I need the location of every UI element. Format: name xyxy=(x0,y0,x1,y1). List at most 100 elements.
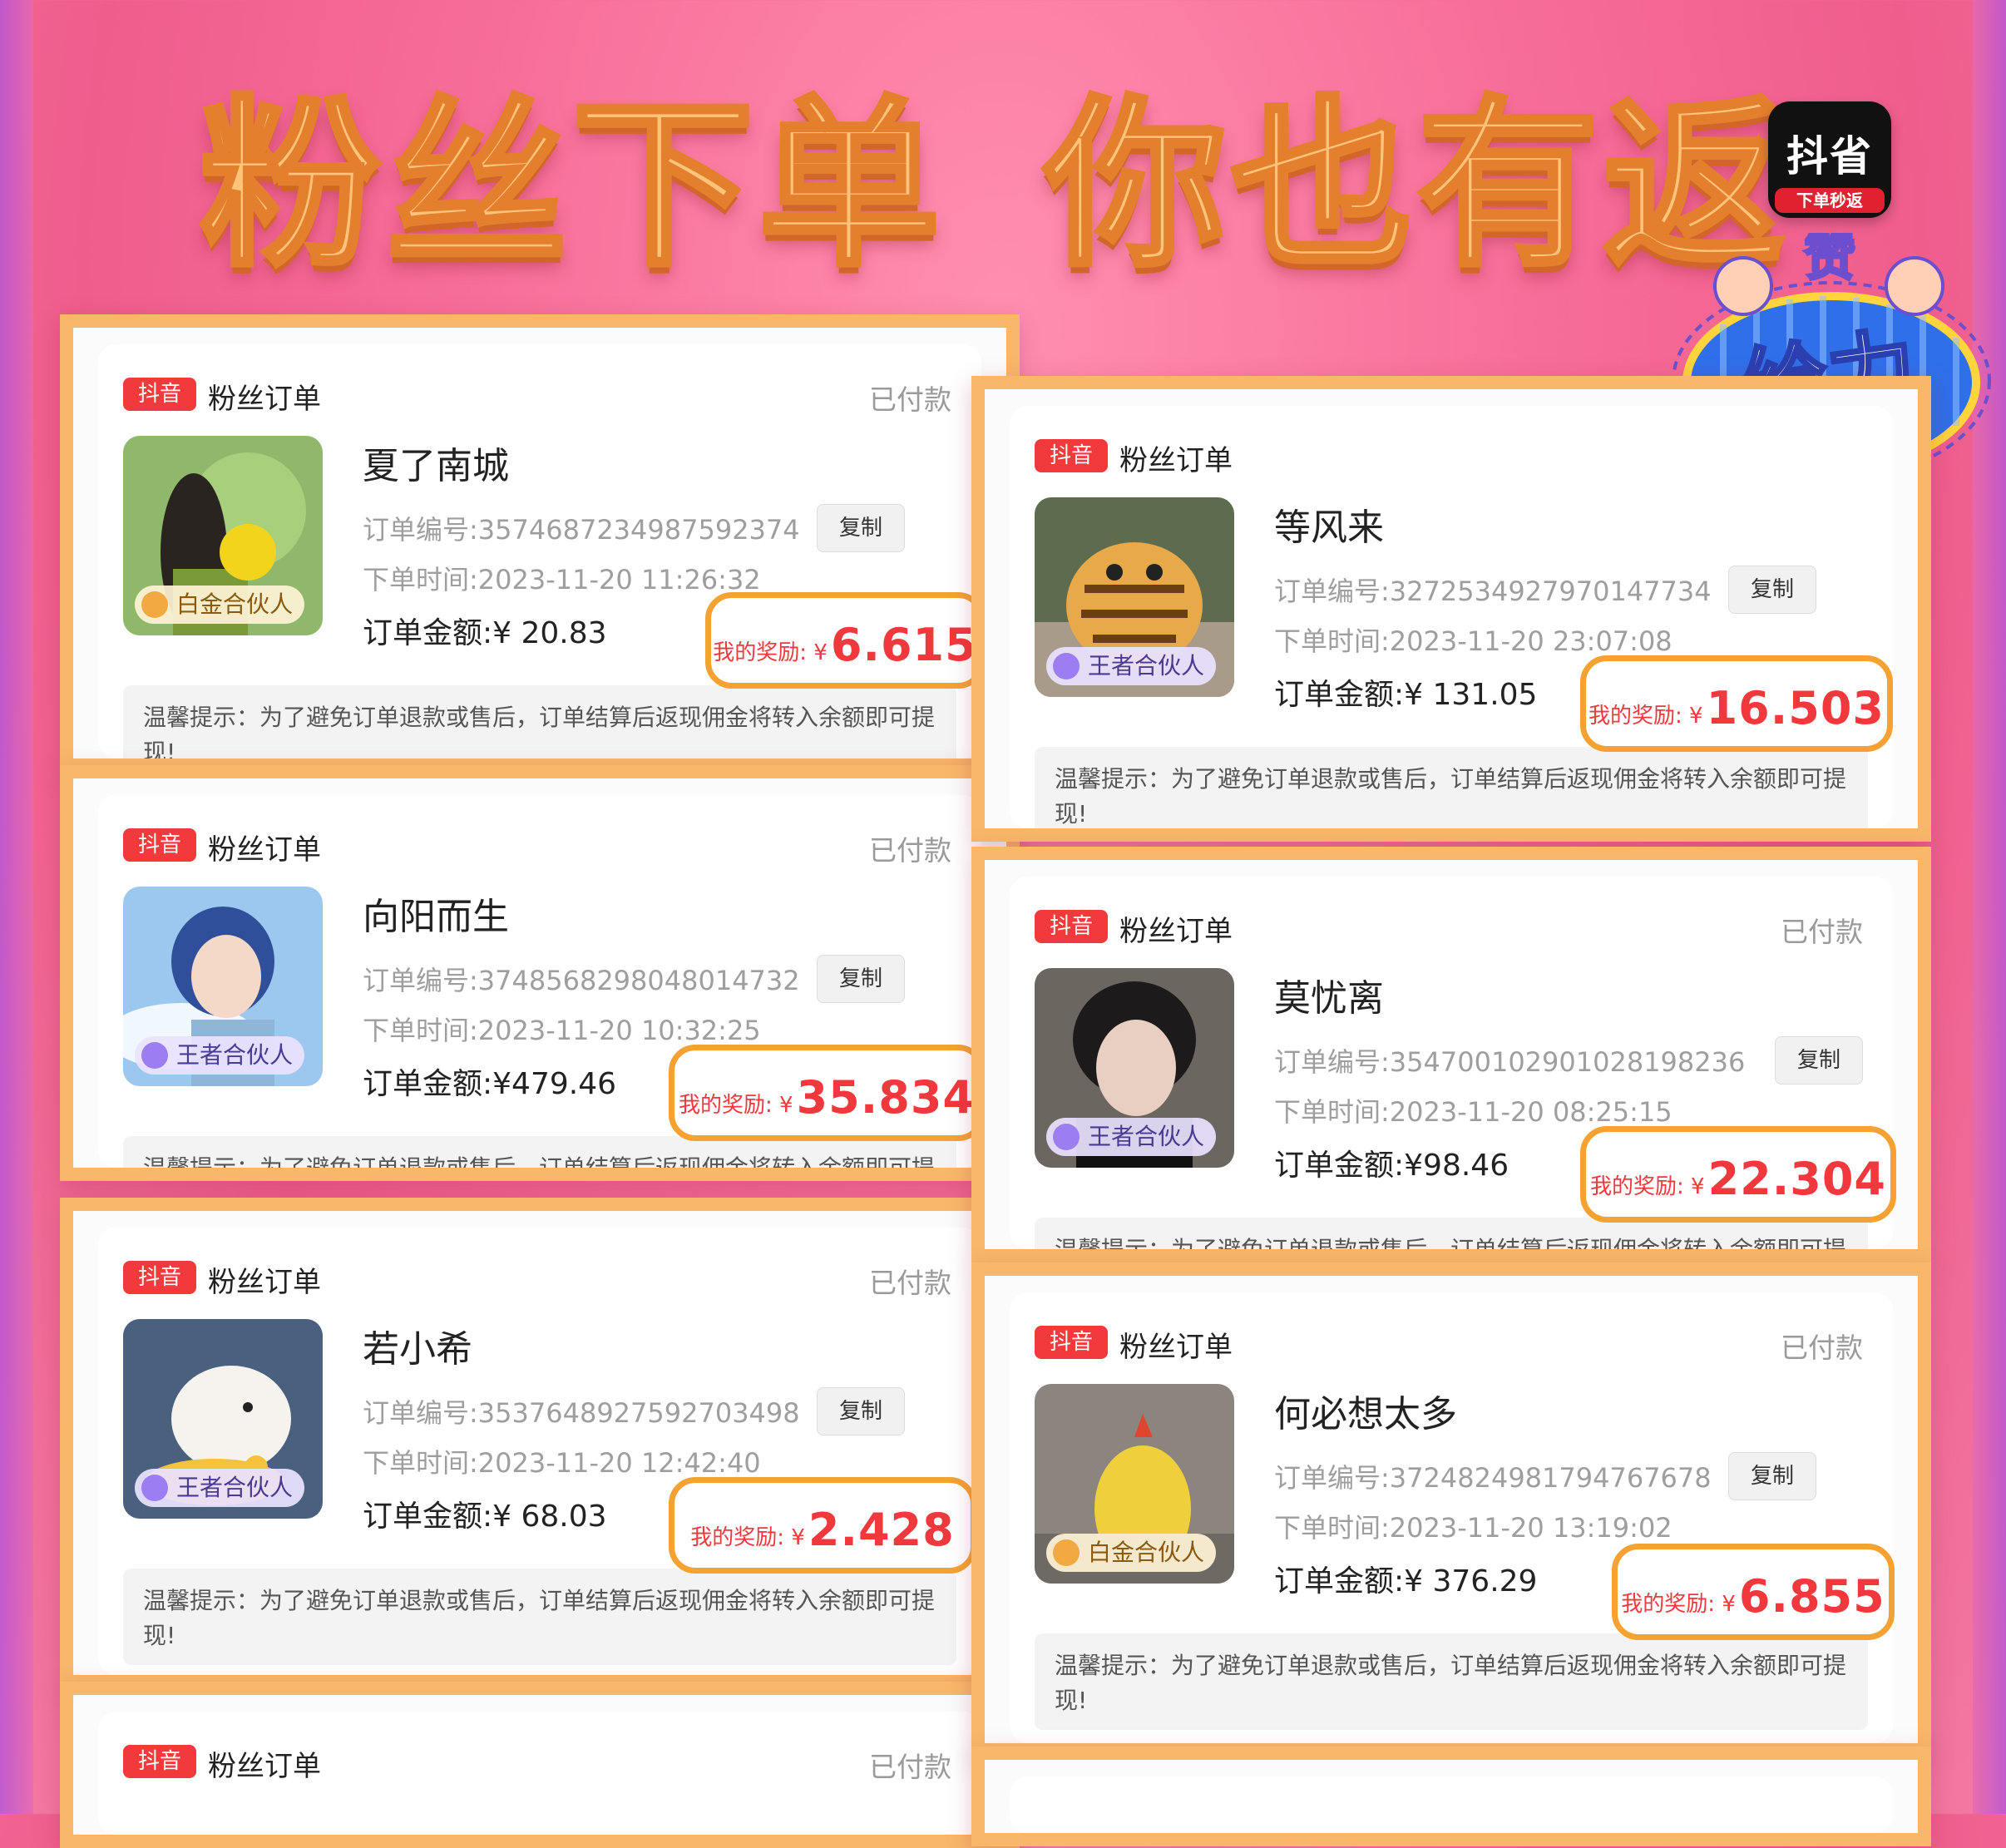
order-time-value: 2023-11-20 11:26:32 xyxy=(477,564,761,595)
tip-text: 温馨提示：为了避免订单退款或售后，订单结算后返现佣金将转入余额即可提现! xyxy=(123,685,956,758)
crown-icon xyxy=(141,1042,168,1069)
copy-button[interactable]: 复制 xyxy=(817,955,905,1003)
copy-button[interactable]: 复制 xyxy=(1728,566,1816,614)
customer-name: 向阳而生 xyxy=(363,896,509,938)
copy-button[interactable]: 复制 xyxy=(817,504,905,552)
app-logo-name: 抖省 xyxy=(1786,132,1873,180)
reward-label: 我的奖励: ¥ xyxy=(1588,704,1703,729)
avatar: 白金合伙人 xyxy=(123,436,323,635)
crown-icon xyxy=(141,1475,168,1501)
order-card-frame xyxy=(971,1747,1931,1846)
order-time-label: 下单时间: xyxy=(1274,625,1390,657)
order-card: 抖音 粉丝订单 已付款 白金合伙人 夏了南城 订单编号:357468723498… xyxy=(98,344,981,758)
order-card-frame: 抖音 粉丝订单 已付款 白金合伙人 何必想太多 订单编号:37248249817… xyxy=(971,1262,1931,1757)
order-number-value: 3748568298048014732 xyxy=(477,965,800,996)
headline-part1: 粉丝下单 xyxy=(197,78,945,294)
left-edge-glow xyxy=(0,0,33,1814)
reward-highlight: 我的奖励: ¥ 2.428 xyxy=(669,1477,976,1574)
order-number-label: 订单编号: xyxy=(363,514,478,546)
app-logo: 抖省 下单秒返 xyxy=(1768,101,1891,218)
order-card-frame: 抖音 粉丝订单 已付款 王者合伙人 若小希 订单编号:3537648927592… xyxy=(60,1198,1020,1688)
crown-icon xyxy=(1053,653,1080,679)
order-amount: 订单金额:¥ 131.05 xyxy=(1274,670,1537,714)
reward-value: 16.503 xyxy=(1706,682,1885,734)
partner-level-text: 王者合伙人 xyxy=(176,1474,294,1501)
order-card-frame: 抖音 粉丝订单 已付款 王者合伙人 向阳而生 订单编号:374856829804… xyxy=(60,765,1020,1181)
order-card: 抖音 粉丝订单 王者合伙人 等风来 订单编号:32725349279701477… xyxy=(1010,406,1893,828)
order-amount: 订单金额:¥ 376.29 xyxy=(1274,1557,1537,1600)
order-status: 已付款 xyxy=(869,1751,951,1783)
order-number-value: 3574687234987592374 xyxy=(477,514,800,546)
order-time: 下单时间:2023-11-20 12:42:40 xyxy=(363,1442,761,1480)
crown-icon xyxy=(1053,1124,1080,1150)
reward-label: 我的奖励: ¥ xyxy=(713,640,828,665)
order-status: 已付款 xyxy=(1781,916,1863,948)
card-title: 粉丝订单 xyxy=(1119,1331,1233,1364)
partner-level-text: 王者合伙人 xyxy=(1088,652,1205,679)
crown-icon xyxy=(141,591,168,618)
partner-level-text: 白金合伙人 xyxy=(1088,1539,1205,1566)
order-amount-label: 订单金额: xyxy=(363,616,493,650)
avatar: 王者合伙人 xyxy=(1035,497,1234,697)
card-title: 粉丝订单 xyxy=(208,383,321,416)
partner-level-badge: 白金合伙人 xyxy=(135,586,305,624)
tip-text: 温馨提示：为了避免订单退款或售后，订单结算后返现佣金将转入余额即可提现! xyxy=(123,1569,956,1665)
reward-label: 我的奖励: ¥ xyxy=(690,1525,805,1550)
order-time: 下单时间:2023-11-20 23:07:08 xyxy=(1274,620,1672,659)
reward-highlight: 我的奖励: ¥ 16.503 xyxy=(1580,655,1893,752)
order-time-value: 2023-11-20 10:32:25 xyxy=(477,1015,761,1046)
promo-headline: 粉丝下单 你也有返 xyxy=(197,73,1790,294)
reward-value: 22.304 xyxy=(1707,1153,1886,1205)
card-title: 粉丝订单 xyxy=(208,833,321,867)
order-amount: 订单金额:¥479.46 xyxy=(363,1060,616,1103)
order-status: 已付款 xyxy=(869,834,951,867)
avatar: 白金合伙人 xyxy=(1035,1384,1234,1584)
order-card: 抖音 粉丝订单 已付款 白金合伙人 何必想太多 订单编号:37248249817… xyxy=(1010,1292,1893,1743)
customer-name: 莫忧离 xyxy=(1274,977,1384,1020)
partner-level-text: 白金合伙人 xyxy=(176,590,294,618)
order-number-label: 订单编号: xyxy=(363,965,478,996)
order-time: 下单时间:2023-11-20 11:26:32 xyxy=(363,559,761,597)
reward-highlight: 我的奖励: ¥ 6.855 xyxy=(1612,1544,1895,1640)
order-amount-label: 订单金额: xyxy=(1274,1564,1405,1598)
order-number-value: 3547001029010281982​36 xyxy=(1389,1046,1746,1078)
order-card: 抖音 粉丝订单 已付款 xyxy=(98,1712,981,1835)
order-number: 订单编号:3547001029010281982​36 xyxy=(1274,1041,1745,1080)
customer-name: 夏了南城 xyxy=(363,445,509,487)
reward-highlight: 我的奖励: ¥ 35.834 xyxy=(669,1045,985,1141)
card-title: 粉丝订单 xyxy=(208,1750,321,1783)
partner-level-badge: 王者合伙人 xyxy=(1046,1118,1217,1156)
order-time-value: 2023-11-20 08:25:15 xyxy=(1389,1096,1672,1128)
avatar: 王者合伙人 xyxy=(1035,968,1234,1168)
order-card-frame: 抖音 粉丝订单 已付款 xyxy=(60,1682,1020,1848)
order-status: 已付款 xyxy=(869,383,951,416)
reward-value: 35.834 xyxy=(796,1071,975,1124)
reward-value: 6.615 xyxy=(830,619,977,671)
copy-button[interactable]: 复制 xyxy=(1775,1036,1863,1085)
partner-level-badge: 王者合伙人 xyxy=(1046,647,1217,685)
reward-label: 我的奖励: ¥ xyxy=(1590,1174,1705,1199)
douyin-tag: 抖音 xyxy=(1035,439,1108,472)
avatar: 王者合伙人 xyxy=(123,887,323,1086)
order-number-value: 3272534927970147734 xyxy=(1389,576,1712,607)
badge-top-text: 赞 xyxy=(1804,233,1855,287)
order-amount-value: ¥479.46 xyxy=(492,1067,617,1101)
douyin-tag: 抖音 xyxy=(1035,910,1108,943)
order-amount: 订单金额:¥ 20.83 xyxy=(363,609,607,652)
order-number-label: 订单编号: xyxy=(1274,1046,1390,1078)
copy-button[interactable]: 复制 xyxy=(817,1387,905,1435)
order-amount-value: ¥ 68.03 xyxy=(492,1500,607,1534)
order-time: 下单时间:2023-11-20 10:32:25 xyxy=(363,1010,761,1048)
order-status: 已付款 xyxy=(1781,1332,1863,1364)
card-title: 粉丝订单 xyxy=(1119,444,1233,477)
reward-value: 6.855 xyxy=(1738,1570,1885,1623)
order-amount-value: ¥ 131.05 xyxy=(1404,678,1538,712)
reward-highlight: 我的奖励: ¥ 22.304 xyxy=(1580,1126,1896,1223)
order-amount-label: 订单金额: xyxy=(363,1067,493,1101)
order-status: 已付款 xyxy=(869,1267,951,1299)
order-time: 下单时间:2023-11-20 13:19:02 xyxy=(1274,1507,1672,1545)
order-amount-label: 订单金额: xyxy=(1274,678,1405,712)
copy-button[interactable]: 复制 xyxy=(1728,1452,1816,1500)
order-amount: 订单金额:¥98.46 xyxy=(1274,1141,1509,1184)
order-number-label: 订单编号: xyxy=(1274,576,1390,607)
